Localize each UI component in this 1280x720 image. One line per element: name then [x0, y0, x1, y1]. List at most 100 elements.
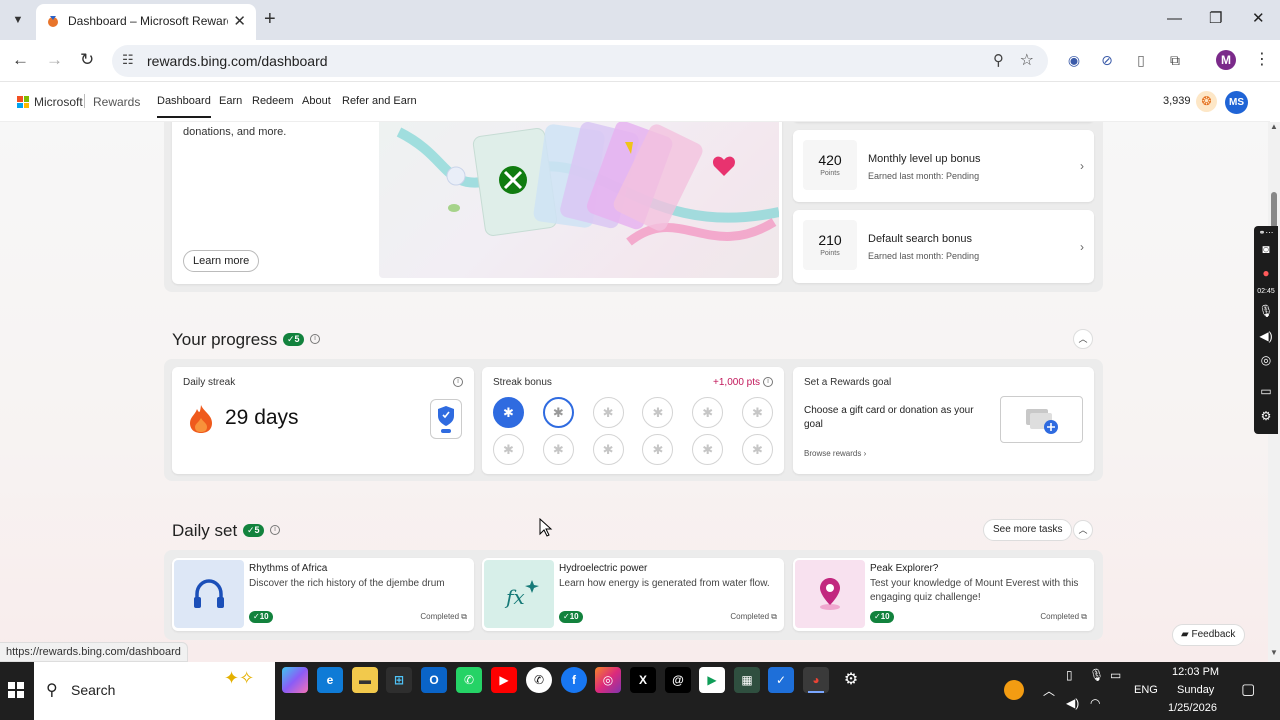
tray-volume-icon[interactable]: ◀)	[1066, 696, 1079, 710]
copilot-app-icon[interactable]	[282, 667, 308, 693]
tray-app-badge-icon[interactable]	[1004, 680, 1024, 700]
forward-arrow-icon[interactable]: →	[46, 50, 63, 70]
tasks-app-icon[interactable]: ✓	[768, 667, 794, 693]
chevron-right-icon[interactable]: ›	[1080, 240, 1084, 254]
new-tab-plus-icon[interactable]: +	[264, 8, 276, 30]
tray-wifi-icon[interactable]: ◠	[1090, 696, 1100, 710]
chevron-right-icon[interactable]: ›	[1080, 159, 1084, 173]
back-arrow-icon[interactable]: ←	[12, 50, 29, 70]
nav-about[interactable]: About	[302, 95, 331, 107]
task-card-hydroelectric[interactable]: fx Hydroelectric power Learn how energy …	[482, 558, 784, 631]
restore-icon[interactable]: ❐	[1209, 10, 1222, 28]
info-icon[interactable]: i	[763, 377, 773, 387]
nav-earn[interactable]: Earn	[219, 95, 242, 107]
camera-icon[interactable]: ◙	[1254, 242, 1278, 256]
extensions-puzzle-icon[interactable]: ⧉	[1165, 50, 1185, 70]
browser-tab-active[interactable]: Dashboard – Microsoft Rewards ✕	[36, 4, 256, 40]
bing-extension-icon[interactable]: ◉	[1064, 50, 1084, 70]
address-bar[interactable]: ☷ rewards.bing.com/dashboard ⚲ ☆	[112, 45, 1048, 77]
facebook-app-icon[interactable]: f	[561, 667, 587, 693]
tab-close-icon[interactable]: ✕	[233, 12, 246, 30]
tab-list-chevron-icon[interactable]: ▼	[8, 10, 28, 30]
browser-menu-kebab-icon[interactable]: ⋮	[1254, 50, 1270, 70]
bonus-card-monthly[interactable]: 420 Points Monthly level up bonus Earned…	[793, 130, 1094, 202]
set-goal-button[interactable]	[1000, 396, 1083, 443]
address-url[interactable]: rewards.bing.com/dashboard	[147, 53, 328, 69]
streak-bonus-card: Streak bonus +1,000 pts i ✱ ✱ ✱ ✱ ✱ ✱ ✱ ✱ ✱ ✱ ✱ ✱	[482, 367, 784, 474]
window-close-icon[interactable]: ✕	[1252, 10, 1265, 28]
chrome-app-icon[interactable]: ◕	[803, 667, 829, 693]
tray-phone-icon[interactable]: ▯	[1066, 668, 1073, 682]
task-points-badge: ✓10	[559, 611, 583, 623]
nav-dashboard[interactable]: Dashboard	[157, 95, 211, 118]
tray-day[interactable]: Sunday	[1177, 684, 1214, 696]
points-balance[interactable]: 3,939	[1163, 95, 1191, 107]
see-more-tasks-button[interactable]: See more tasks	[983, 519, 1073, 541]
site-info-tune-icon[interactable]: ☷	[122, 52, 134, 68]
play-app-icon[interactable]: ▶	[699, 667, 725, 693]
tray-chevron-up-icon[interactable]: ︿	[1043, 682, 1055, 699]
bonus-card-default-search[interactable]: 210 Points Default search bonus Earned l…	[793, 210, 1094, 283]
info-icon[interactable]: i	[270, 525, 280, 535]
taskbar-search-box[interactable]: ⚲ Search ✦✧	[34, 662, 275, 720]
bonus-points-value: 420	[818, 152, 842, 168]
microphone-icon[interactable]: 🎙	[1254, 304, 1278, 318]
info-icon[interactable]: i	[453, 377, 463, 387]
whatsapp-app-icon[interactable]: ✆	[456, 667, 482, 693]
scroll-up-arrow-icon[interactable]: ▲	[1270, 122, 1278, 131]
brand-name[interactable]: Microsoft	[34, 95, 83, 109]
outlook-app-icon[interactable]: O	[421, 667, 447, 693]
record-stop-icon[interactable]: ●	[1254, 266, 1278, 280]
minimize-icon[interactable]: —	[1167, 10, 1182, 28]
nav-refer-and-earn[interactable]: Refer and Earn	[342, 95, 417, 107]
youtube-app-icon[interactable]: ▶	[491, 667, 517, 693]
progress-collapse-chevron-icon[interactable]: ︿	[1073, 329, 1093, 349]
instagram-app-icon[interactable]: ◎	[595, 667, 621, 693]
level-medal-icon[interactable]: ❂	[1196, 91, 1217, 112]
learn-more-button[interactable]: Learn more	[183, 250, 260, 272]
nav-redeem[interactable]: Redeem	[252, 95, 294, 107]
compass-extension-icon[interactable]: ⊘	[1097, 50, 1117, 70]
window-icon[interactable]: ▭	[1254, 384, 1278, 398]
feedback-button[interactable]: ▰ Feedback	[1172, 624, 1246, 646]
streak-day-dot: ✱	[692, 434, 724, 465]
x-app-icon[interactable]: X	[630, 667, 656, 693]
tray-language[interactable]: ENG	[1134, 684, 1158, 696]
daily-set-collapse-chevron-icon[interactable]: ︿	[1073, 520, 1093, 540]
zoom-magnifier-icon[interactable]: ⚲	[993, 51, 1004, 69]
notification-icon[interactable]: ▢	[1241, 680, 1255, 698]
store-app-icon[interactable]: ⊞	[386, 667, 412, 693]
speaker-icon[interactable]: ◀)	[1254, 329, 1278, 343]
user-avatar[interactable]: MS	[1225, 91, 1248, 114]
tray-time[interactable]: 12:03 PM	[1172, 666, 1219, 678]
recording-time: 02:45	[1257, 288, 1275, 295]
whatsapp-web-icon[interactable]: ✆	[526, 667, 552, 693]
webcam-icon[interactable]: ◎	[1254, 353, 1278, 367]
file-explorer-icon[interactable]: ▬	[352, 667, 378, 693]
streak-protection-button[interactable]	[430, 399, 462, 439]
edge-app-icon[interactable]: e	[317, 667, 343, 693]
info-icon[interactable]: i	[310, 334, 320, 344]
windows-start-icon[interactable]	[8, 682, 24, 698]
tray-mic-icon[interactable]: 🎙	[1089, 668, 1104, 682]
screen-recorder-toolbar: ⚭⋯ ◙ ● 02:45 🎙 ◀) ◎ ▭ ⚙	[1254, 226, 1278, 434]
device-extension-icon[interactable]: ▯	[1131, 50, 1151, 70]
microsoft-logo-icon[interactable]	[17, 96, 29, 108]
tray-battery-icon[interactable]: ▭	[1110, 668, 1121, 682]
scroll-thumb[interactable]	[1271, 192, 1277, 228]
settings-app-icon[interactable]: ⚙	[838, 667, 864, 693]
editor-app-icon[interactable]: ▦	[734, 667, 760, 693]
scroll-down-arrow-icon[interactable]: ▼	[1270, 648, 1278, 657]
reload-icon[interactable]: ↻	[80, 50, 94, 70]
browse-rewards-link[interactable]: Browse rewards ›	[804, 449, 866, 458]
bookmark-star-icon[interactable]: ☆	[1020, 50, 1034, 70]
tray-date[interactable]: 1/25/2026	[1168, 702, 1217, 714]
recorder-link-icon[interactable]: ⚭⋯	[1254, 228, 1278, 237]
task-card-peak-explorer[interactable]: Peak Explorer? Test your knowledge of Mo…	[793, 558, 1094, 631]
product-name[interactable]: Rewards	[93, 95, 140, 109]
settings-gear-icon[interactable]: ⚙	[1254, 409, 1278, 423]
goal-label: Set a Rewards goal	[804, 377, 892, 388]
threads-app-icon[interactable]: @	[665, 667, 691, 693]
browser-profile-avatar[interactable]: M	[1216, 50, 1236, 70]
task-card-rhythms[interactable]: Rhythms of Africa Discover the rich hist…	[172, 558, 474, 631]
